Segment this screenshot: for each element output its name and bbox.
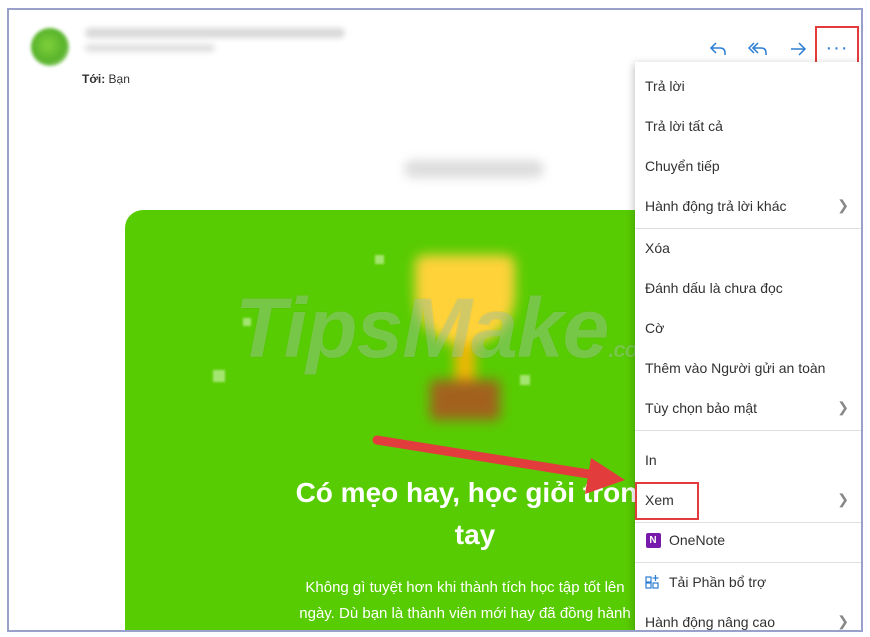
menu-item-security-options[interactable]: Tùy chọn bảo mật ❯ (635, 388, 861, 428)
reply-all-icon (748, 42, 767, 55)
menu-item-forward[interactable]: Chuyển tiếp (635, 146, 861, 186)
watermark-logo: TipsMake.com (235, 281, 657, 375)
chevron-right-icon: ❯ (837, 399, 849, 415)
to-value: Bạn (108, 72, 130, 86)
sender-email-blurred (85, 44, 215, 52)
menu-item-reply[interactable]: Trả lời (635, 66, 861, 106)
menu-item-get-addins[interactable]: Tải Phần bổ trợ (635, 562, 861, 602)
decor-square (375, 255, 384, 264)
recipient-line: Tới: Bạn (82, 72, 130, 86)
chevron-right-icon: ❯ (837, 197, 849, 213)
forward-icon (791, 42, 807, 56)
addins-grid-icon (645, 574, 661, 590)
menu-item-onenote[interactable]: N OneNote (635, 520, 861, 560)
menu-item-mark-unread[interactable]: Đánh dấu là chưa đọc (635, 268, 861, 308)
reply-icon (709, 42, 726, 55)
brand-name-blurred (404, 160, 544, 178)
sender-avatar[interactable] (31, 28, 69, 66)
menu-item-other-reply-actions[interactable]: Hành động trả lời khác ❯ (635, 186, 861, 226)
to-label: Tới: (82, 72, 106, 86)
chevron-right-icon: ❯ (837, 491, 849, 507)
menu-item-reply-all[interactable]: Trả lời tất cả (635, 106, 861, 146)
menu-item-flag[interactable]: Cờ (635, 308, 861, 348)
menu-item-print[interactable]: In (635, 440, 861, 480)
sender-name-blurred (85, 28, 345, 38)
menu-item-advanced-actions[interactable]: Hành động nâng cao ❯ (635, 602, 861, 630)
message-toolbar (703, 34, 813, 64)
menu-item-delete[interactable]: Xóa (635, 228, 861, 268)
reply-button[interactable] (703, 34, 733, 64)
reply-all-button[interactable] (743, 34, 773, 64)
view-highlight-box (635, 482, 699, 520)
email-reading-pane: Tới: Bạn ··· TipsMake.com Có mẹo hay, họ… (7, 8, 863, 632)
annotation-arrow (372, 435, 625, 494)
more-actions-menu: Trả lời Trả lời tất cả Chuyển tiếp Hành … (635, 62, 861, 630)
chevron-right-icon: ❯ (837, 613, 849, 629)
more-icon: ··· (825, 36, 849, 59)
onenote-icon: N (645, 532, 661, 548)
menu-item-add-safe-sender[interactable]: Thêm vào Người gửi an toàn (635, 348, 861, 388)
forward-button[interactable] (783, 34, 813, 64)
menu-divider (635, 430, 861, 431)
decor-square (213, 370, 225, 382)
